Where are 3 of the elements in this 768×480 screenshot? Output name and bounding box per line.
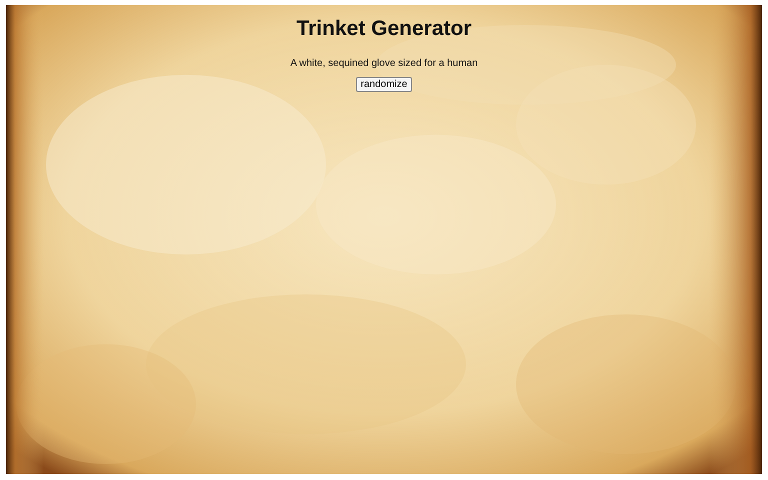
randomize-button[interactable]: randomize	[356, 77, 412, 92]
page-title: Trinket Generator	[296, 17, 472, 41]
trinket-description: A white, sequined glove sized for a human	[290, 58, 478, 69]
